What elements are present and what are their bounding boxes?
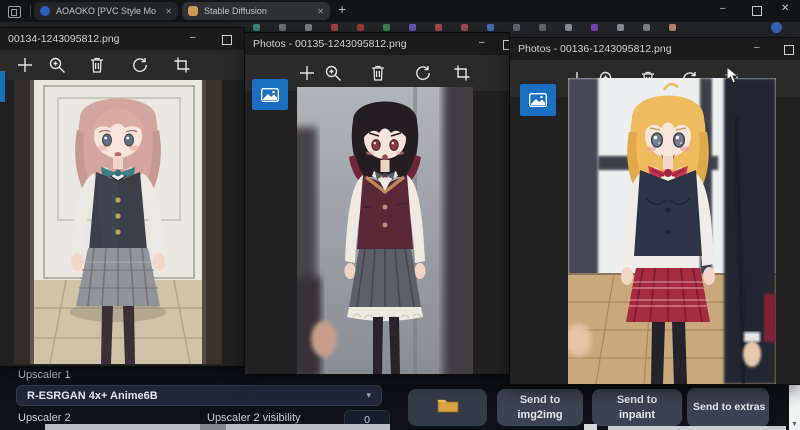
bookmark-favicon[interactable] xyxy=(279,24,286,31)
rotate-icon[interactable] xyxy=(132,57,149,74)
bookmark-favicon[interactable] xyxy=(253,24,260,31)
bookmark-favicon[interactable] xyxy=(643,24,650,31)
bookmark-favicon[interactable] xyxy=(565,24,572,31)
bookmark-favicon[interactable] xyxy=(435,24,442,31)
send-to-extras-button[interactable]: Send to extras xyxy=(687,388,769,427)
mouse-cursor xyxy=(726,66,740,84)
browser-tab-bar: AOAOKO [PVC Style Model] - PV ✕ Stable D… xyxy=(0,0,800,22)
screen: AOAOKO [PVC Style Model] - PV ✕ Stable D… xyxy=(0,0,800,430)
minimize-button[interactable]: – xyxy=(479,37,485,48)
maximize-button[interactable] xyxy=(784,45,794,55)
rotate-icon[interactable] xyxy=(415,65,432,82)
scroll-down-icon[interactable]: ▼ xyxy=(791,421,798,428)
zoom-in-icon[interactable] xyxy=(49,57,66,74)
see-all-photos-button[interactable] xyxy=(520,84,556,116)
bookmark-favicon[interactable] xyxy=(539,24,546,31)
send-to-inpaint-button[interactable]: Send to inpaint xyxy=(592,389,682,426)
send-to-img2img-button[interactable]: Send to img2img xyxy=(497,389,583,426)
bookmark-favicon[interactable] xyxy=(617,24,624,31)
photos-window-1[interactable]: 00134-1243095812.png – xyxy=(0,28,244,366)
generated-image-2 xyxy=(297,87,473,374)
generated-image-1 xyxy=(14,80,222,364)
generated-image-3 xyxy=(568,78,776,384)
minimize-button[interactable]: – xyxy=(720,3,726,14)
bookmark-favicon[interactable] xyxy=(305,24,312,31)
tab-aoaoko[interactable]: AOAOKO [PVC Style Model] - PV ✕ xyxy=(34,2,178,20)
bookmark-favicon[interactable] xyxy=(513,24,520,31)
bookmark-favicon[interactable] xyxy=(331,24,338,31)
see-all-photos-button[interactable] xyxy=(252,79,288,110)
window-title-bar[interactable]: 00134-1243095812.png – xyxy=(0,28,244,50)
bookmark-favicon[interactable] xyxy=(487,24,494,31)
window-title-bar[interactable]: Photos - 00136-1243095812.png – xyxy=(510,38,800,60)
scrollbar-thumb[interactable] xyxy=(200,424,226,430)
delete-icon[interactable] xyxy=(90,57,104,73)
open-folder-button[interactable] xyxy=(408,389,487,426)
minimize-button[interactable]: – xyxy=(754,42,760,53)
crop-icon[interactable] xyxy=(174,57,190,73)
tab-title: AOAOKO [PVC Style Model] - PV xyxy=(56,6,156,16)
bookmark-favicon[interactable] xyxy=(409,24,416,31)
upscaler2-visibility-label: Upscaler 2 visibility xyxy=(207,412,301,424)
add-icon[interactable] xyxy=(299,65,315,81)
tab-stable-diffusion[interactable]: Stable Diffusion ✕ xyxy=(182,2,330,20)
window-title-bar[interactable]: Photos - 00135-1243095812.png – xyxy=(245,33,509,55)
scrollbar-segment[interactable] xyxy=(584,424,597,430)
photos-window-2[interactable]: Photos - 00135-1243095812.png – xyxy=(245,33,509,374)
tab-stack-icon[interactable] xyxy=(8,6,21,18)
divider xyxy=(30,5,31,17)
maximize-button[interactable] xyxy=(222,35,232,45)
window-title: Photos - 00135-1243095812.png xyxy=(253,38,407,50)
photos-toolbar xyxy=(245,55,509,91)
crop-icon[interactable] xyxy=(454,65,470,81)
tab-title: Stable Diffusion xyxy=(204,6,267,16)
maximize-button[interactable] xyxy=(752,6,762,16)
bookmark-favicon[interactable] xyxy=(771,22,782,33)
new-tab-button[interactable]: + xyxy=(338,1,346,17)
upscaler1-dropdown[interactable]: R-ESRGAN 4x+ Anime6B ▾ xyxy=(16,385,382,406)
horizontal-scrollbar[interactable] xyxy=(45,424,390,430)
tab-close-icon[interactable]: ✕ xyxy=(317,7,324,16)
delete-icon[interactable] xyxy=(371,65,385,81)
see-all-photos-button[interactable] xyxy=(0,71,5,102)
folder-icon xyxy=(437,397,459,413)
bookmark-favicon[interactable] xyxy=(461,24,468,31)
vertical-scrollbar[interactable]: ▼ xyxy=(789,384,800,430)
photo-icon xyxy=(261,88,279,102)
zoom-in-icon[interactable] xyxy=(325,65,342,82)
upscaler1-value: R-ESRGAN 4x+ Anime6B xyxy=(27,390,158,402)
bookmarks-bar xyxy=(232,20,800,34)
photos-toolbar xyxy=(0,50,244,80)
bookmark-favicon[interactable] xyxy=(383,24,390,31)
window-title: Photos - 00136-1243095812.png xyxy=(518,43,672,55)
photos-window-3[interactable]: Photos - 00136-1243095812.png – xyxy=(510,38,800,384)
bookmark-favicon[interactable] xyxy=(591,24,598,31)
scrollbar-track[interactable] xyxy=(608,426,786,430)
bookmark-favicon[interactable] xyxy=(669,24,676,31)
bookmark-favicon[interactable] xyxy=(357,24,364,31)
add-icon[interactable] xyxy=(17,57,33,73)
close-button[interactable]: ✕ xyxy=(781,3,789,14)
photo-icon xyxy=(529,93,547,107)
chevron-down-icon: ▾ xyxy=(366,390,371,401)
upscaler1-label: Upscaler 1 xyxy=(18,369,71,381)
tab-close-icon[interactable]: ✕ xyxy=(165,7,172,16)
window-title: 00134-1243095812.png xyxy=(8,33,120,45)
minimize-button[interactable]: – xyxy=(190,32,196,43)
tab-favicon xyxy=(188,6,198,16)
tab-favicon xyxy=(40,6,50,16)
upscaler2-label: Upscaler 2 xyxy=(18,412,71,424)
